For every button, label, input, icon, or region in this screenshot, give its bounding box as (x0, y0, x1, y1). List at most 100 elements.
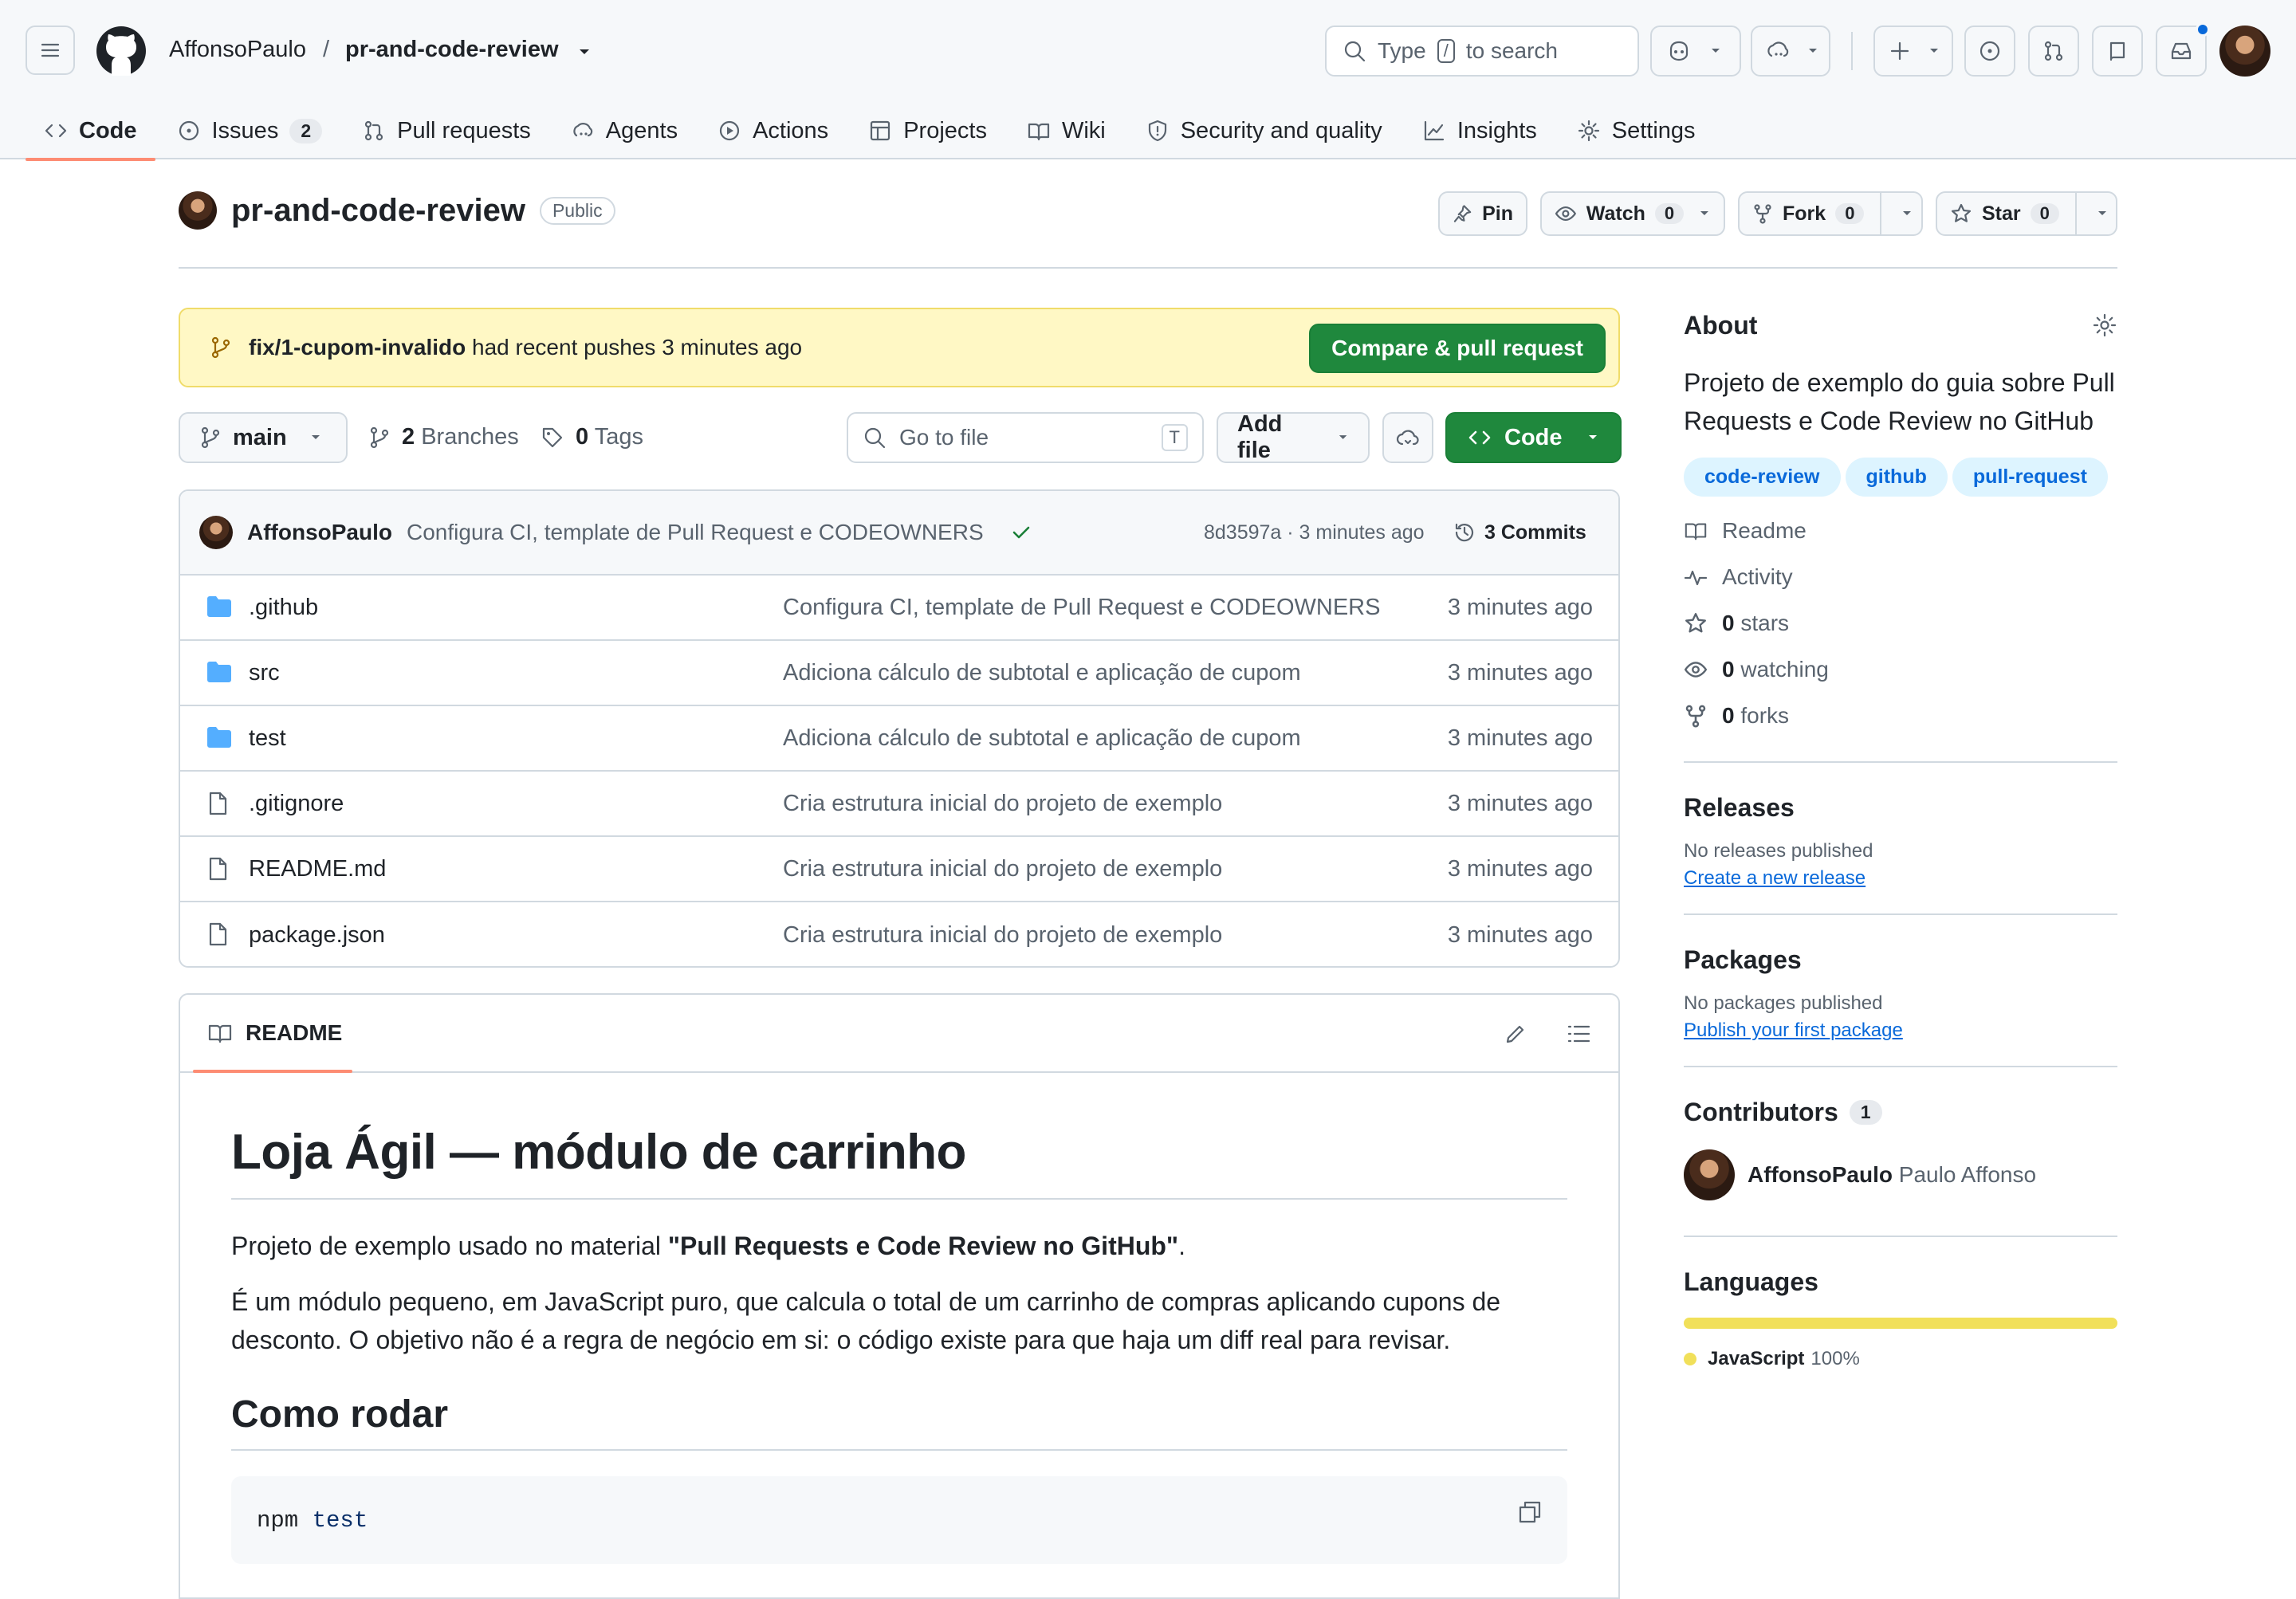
file-row[interactable]: README.md Cria estrutura inicial do proje… (180, 837, 1618, 902)
contributor-avatar[interactable] (1684, 1149, 1735, 1200)
pushed-branch-link[interactable]: fix/1-cupom-invalido (249, 335, 466, 359)
file-row[interactable]: .github Configura CI, template de Pull Re… (180, 576, 1618, 641)
file-name[interactable]: test (249, 725, 286, 752)
tab-projects[interactable]: Projects (848, 102, 1007, 159)
file-row[interactable]: package.json Cria estrutura inicial do pr… (180, 902, 1618, 966)
file-name[interactable]: src (249, 660, 280, 686)
file-rows: .github Configura CI, template de Pull Re… (180, 576, 1618, 966)
eye-icon (1555, 206, 1576, 222)
file-commit-message[interactable]: Adiciona cálculo de subtotal e aplicação… (783, 725, 1301, 752)
file-name[interactable]: package.json (249, 922, 385, 949)
language-item[interactable]: JavaScript 100% (1684, 1348, 2117, 1370)
recent-push-banner: fix/1-cupom-invalido had recent pushes 3… (179, 308, 1620, 387)
tab-pull-requests[interactable]: Pull requests (342, 102, 551, 159)
file-name[interactable]: .github (249, 595, 318, 621)
commit-message[interactable]: Configura CI, template de Pull Request e… (407, 520, 984, 545)
file-commit-message[interactable]: Adiciona cálculo de subtotal e aplicação… (783, 660, 1301, 686)
commits-link[interactable]: 3 Commits (1453, 521, 1586, 544)
repo-name[interactable]: pr-and-code-review (231, 193, 525, 229)
fork-button[interactable]: Fork 0 (1738, 191, 1923, 236)
create-new-button[interactable] (1873, 26, 1953, 77)
file-commit-message[interactable]: Cria estrutura inicial do projeto de exe… (783, 856, 1222, 882)
pin-button[interactable]: Pin (1438, 191, 1527, 236)
tab-issues[interactable]: Issues 2 (157, 102, 343, 159)
user-avatar[interactable] (2219, 26, 2270, 77)
compare-pull-request-button[interactable]: Compare & pull request (1309, 324, 1606, 373)
branch-name: main (233, 424, 287, 450)
contributor-item[interactable]: AffonsoPaulo Paulo Affonso (1684, 1149, 2117, 1200)
branch-select[interactable]: main (179, 412, 348, 463)
owner-link[interactable]: AffonsoPaulo (169, 37, 306, 63)
tab-settings[interactable]: Settings (1557, 102, 1716, 159)
tab-agents[interactable]: Agents (551, 102, 698, 159)
create-release-link[interactable]: Create a new release (1684, 867, 2117, 890)
publish-package-link[interactable]: Publish your first package (1684, 1020, 2117, 1042)
forks-link[interactable]: 0 forks (1684, 693, 2117, 739)
copilot-button[interactable] (1650, 26, 1741, 77)
topic-tag[interactable]: pull-request (1952, 458, 2108, 497)
readme-tab[interactable]: README (246, 1020, 342, 1046)
file-commit-message[interactable]: Cria estrutura inicial do projeto de exe… (783, 922, 1222, 949)
github-logo-icon[interactable] (96, 26, 147, 77)
releases-heading[interactable]: Releases (1684, 793, 2117, 823)
copy-icon[interactable] (1516, 1499, 1543, 1526)
file-row[interactable]: src Adiciona cálculo de subtotal e aplica… (180, 641, 1618, 706)
readme-link[interactable]: Readme (1684, 508, 2117, 554)
watch-button[interactable]: Watch 0 (1540, 191, 1725, 236)
contributors-heading[interactable]: Contributors (1684, 1098, 1838, 1127)
activity-link[interactable]: Activity (1684, 554, 2117, 600)
code-dropdown-button[interactable]: Code (1445, 412, 1622, 463)
topic-tag[interactable]: github (1845, 458, 1948, 497)
stars-link[interactable]: 0 stars (1684, 600, 2117, 646)
chevron-down-icon[interactable] (1901, 207, 1913, 220)
add-file-button[interactable]: Add file (1217, 411, 1370, 463)
commit-sha-time[interactable]: 8d3597a · 3 minutes ago (1204, 521, 1425, 544)
visibility-badge: Public (539, 196, 615, 225)
file-row[interactable]: test Adiciona cálculo de subtotal e aplic… (180, 706, 1618, 772)
branches-link[interactable]: 2 Branches (368, 424, 519, 450)
tab-insights[interactable]: Insights (1402, 102, 1557, 159)
owner-avatar[interactable] (179, 191, 217, 230)
branch-icon (211, 336, 230, 359)
agents-menu-button[interactable] (1751, 26, 1830, 77)
tab-actions[interactable]: Actions (698, 102, 848, 159)
star-button[interactable]: Star 0 (1936, 191, 2117, 236)
watching-link[interactable]: 0 watching (1684, 646, 2117, 693)
repositories-button[interactable] (2092, 26, 2143, 77)
gear-icon[interactable] (2092, 312, 2117, 338)
tab-security-and-quality[interactable]: Security and quality (1126, 102, 1402, 159)
file-name[interactable]: .gitignore (249, 791, 344, 817)
check-icon[interactable] (1009, 521, 1033, 544)
topic-tag[interactable]: code-review (1684, 458, 1841, 497)
tab-label: Code (79, 117, 137, 143)
tab-wiki[interactable]: Wiki (1007, 102, 1126, 159)
search-suffix: to search (1465, 38, 1558, 63)
pulse-icon (1684, 570, 1708, 586)
readme-header: README (180, 995, 1618, 1073)
global-search[interactable]: Type / to search (1325, 26, 1639, 77)
menu-button[interactable] (26, 26, 75, 75)
file-commit-time: 3 minutes ago (1447, 790, 1593, 816)
outline-list-icon[interactable] (1566, 1021, 1591, 1047)
chevron-down-icon[interactable] (577, 45, 592, 59)
chevron-down-icon[interactable] (2096, 207, 2109, 220)
file-row[interactable]: .gitignore Cria estrutura inicial do proj… (180, 772, 1618, 837)
packages-heading[interactable]: Packages (1684, 945, 2117, 975)
go-to-file-input[interactable]: Go to file T (847, 412, 1204, 463)
file-commit-message[interactable]: Configura CI, template de Pull Request e… (783, 595, 1380, 621)
file-commit-message[interactable]: Cria estrutura inicial do projeto de exe… (783, 791, 1222, 817)
tags-link[interactable]: 0 Tags (541, 424, 643, 450)
pull-requests-button[interactable] (2028, 26, 2079, 77)
tab-label: Agents (605, 117, 678, 143)
commit-author[interactable]: AffonsoPaulo (247, 520, 392, 545)
repo-icon (2109, 41, 2125, 61)
packages-empty-text: No packages published (1684, 992, 1883, 1014)
tab-code[interactable]: Code (24, 102, 157, 161)
commit-author-avatar[interactable] (199, 516, 233, 549)
file-name[interactable]: README.md (249, 856, 386, 882)
repo-link[interactable]: pr-and-code-review (345, 37, 559, 63)
pencil-icon[interactable] (1504, 1022, 1527, 1046)
inbox-button[interactable] (2156, 22, 2210, 77)
codespaces-button[interactable] (1382, 412, 1433, 463)
issues-button[interactable] (1964, 26, 2015, 77)
